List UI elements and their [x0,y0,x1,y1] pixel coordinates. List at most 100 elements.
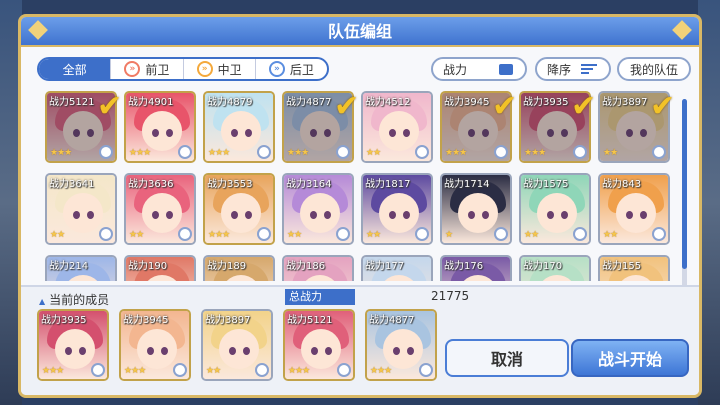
rank-badge-icon [573,145,587,159]
tab-mid[interactable]: » 中卫 [184,59,256,79]
tab-back[interactable]: » 后卫 [256,59,327,79]
my-team-button[interactable]: 我的队伍 [617,57,691,81]
tab-all[interactable]: 全部 [39,59,112,79]
tab-front[interactable]: » 前卫 [111,59,184,79]
power-label: 战力3164 [286,179,332,190]
star-rating: ★★★ [208,148,230,158]
character-face [537,193,577,233]
character-face [379,193,419,233]
character-eye [640,211,647,219]
roster-character-card[interactable]: 战力4901 ★★★ [124,91,196,163]
power-label: 战力1575 [523,179,569,190]
roster-character-card[interactable]: 战力214 [45,255,117,281]
power-label: 战力190 [128,261,168,272]
character-face [379,111,419,151]
cancel-button[interactable]: 取消 [445,339,569,377]
tab-label: 后卫 [289,62,314,77]
character-eye [152,211,159,219]
power-label: 战力4901 [128,97,174,108]
total-power-value: 21775 [431,289,470,303]
rank-badge-icon [178,227,192,241]
power-label: 战力176 [444,261,484,272]
scroll-thumb[interactable] [682,99,687,269]
sort-lines-icon [581,64,598,74]
character-eye [561,211,568,219]
team-member-card[interactable]: 战力3945 ★★★ [119,309,191,381]
roster-character-card[interactable]: 战力3553 ★★★ [203,173,275,245]
sort-order-button[interactable]: 降序 [535,57,611,81]
character-eye [482,211,489,219]
power-label: 战力177 [365,261,405,272]
total-power-label: 总战力 [285,289,355,305]
front-role-icon: » [124,61,141,77]
roster-character-card[interactable]: 战力1575 ★★ [519,173,591,245]
rank-badge-icon [336,145,350,159]
back-role-icon: » [268,61,285,77]
character-eye [393,347,400,355]
character-face [616,193,656,233]
roster-character-card[interactable]: 战力4879 ★★★ [203,91,275,163]
character-face [137,329,177,369]
start-battle-button[interactable]: 战斗开始 [571,339,689,377]
team-member-card[interactable]: 战力3935 ★★★ [37,309,109,381]
character-face [301,329,341,369]
roster-character-card[interactable]: 战力189 [203,255,275,281]
star-rating: ★ [445,230,453,240]
my-team-label: 我的队伍 [629,62,678,77]
character-eye [324,211,331,219]
rank-badge-icon [415,227,429,241]
star-rating: ★★★ [445,148,467,158]
diamond-decoration-icon [672,20,692,40]
roster-character-card[interactable]: 战力186 [282,255,354,281]
power-label: 战力1714 [444,179,490,190]
star-rating: ★★ [50,230,65,240]
diamond-decoration-icon [28,20,48,40]
character-face [221,193,261,233]
character-face [383,329,423,369]
rank-badge-icon [573,227,587,241]
power-label: 战力5121 [287,315,333,326]
character-eye [166,211,173,219]
star-rating: ★★★ [370,366,392,376]
power-label: 战力5121 [49,97,95,108]
roster-character-card[interactable]: 战力4512 ★★ [361,91,433,163]
star-rating: ★★ [129,230,144,240]
roster-scrollbar[interactable] [682,99,687,289]
roster-character-card[interactable]: 战力3164 ★★ [282,173,354,245]
star-rating: ★★★ [50,148,72,158]
star-rating: ★★ [287,230,302,240]
team-member-card[interactable]: 战力3897 ★★ [201,309,273,381]
team-formation-dialog: 队伍编组 全部 » 前卫 » 中卫 » 后卫 战力 降序 我的队伍 战力5121… [18,14,702,398]
roster-character-card[interactable]: 战力177 [361,255,433,281]
rank-badge-icon [257,227,271,241]
roster-character-card[interactable]: 战力843 ★★ [598,173,670,245]
rank-badge-icon [336,227,350,241]
character-face [219,329,259,369]
dialog-title: 队伍编组 [327,22,392,41]
character-eye [245,129,252,137]
roster-character-card[interactable]: 战力176 [440,255,512,281]
team-member-card[interactable]: 战力5121 ★★★ [283,309,355,381]
rank-badge-icon [652,227,666,241]
character-face [300,193,340,233]
character-eye [403,129,410,137]
roster-character-card[interactable]: 战力3641 ★★ [45,173,117,245]
team-member-card[interactable]: 战力4877 ★★★ [365,309,437,381]
power-label: 战力4512 [365,97,411,108]
character-face [458,193,498,233]
roster-character-card[interactable]: 战力1817 ★★ [361,173,433,245]
character-eye [229,347,236,355]
sort-by-button[interactable]: 战力 [431,57,527,81]
character-eye [231,211,238,219]
roster-character-card[interactable]: 战力190 [124,255,196,281]
roster-character-card[interactable]: 战力3636 ★★ [124,173,196,245]
selected-check-icon: ✔ [571,91,597,124]
selected-check-icon: ✔ [334,91,360,124]
roster-character-card[interactable]: 战力155 [598,255,670,281]
roster-character-card[interactable]: 战力1714 ★ [440,173,512,245]
power-label: 战力1817 [365,179,411,190]
character-eye [147,347,154,355]
cancel-label: 取消 [490,350,523,369]
rank-badge-icon [255,363,269,377]
roster-character-card[interactable]: 战力170 [519,255,591,281]
